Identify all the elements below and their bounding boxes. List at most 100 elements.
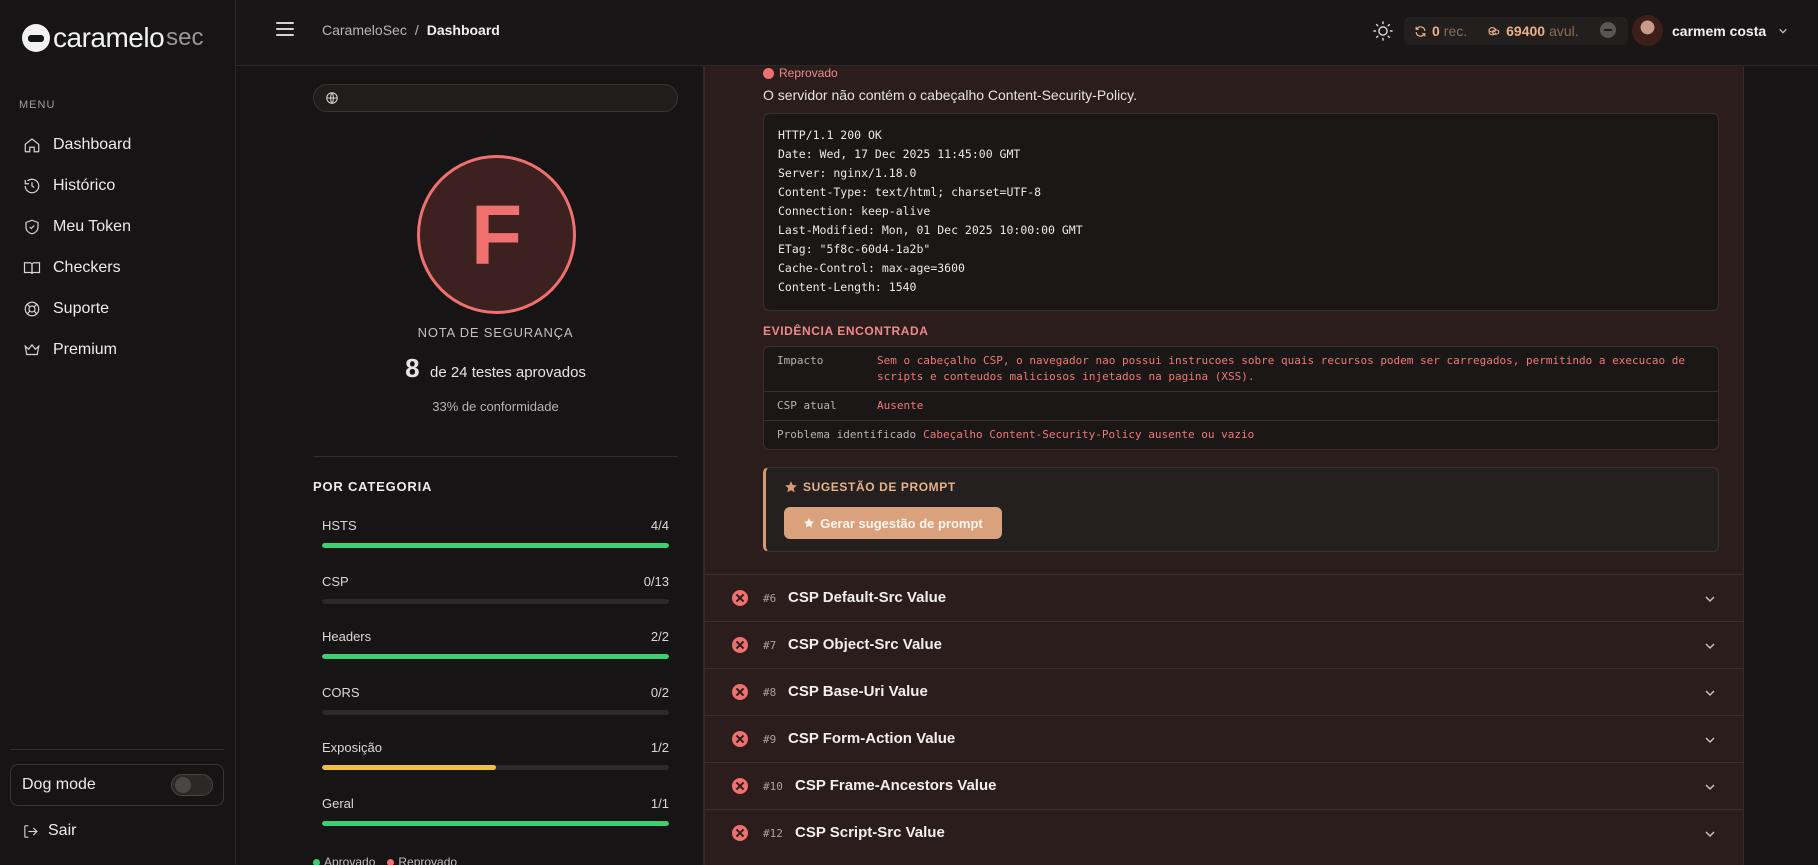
check-row[interactable]: #10 CSP Frame-Ancestors Value — [705, 762, 1743, 809]
refresh-icon — [1415, 25, 1426, 37]
evidence-key: CSP atual — [777, 399, 837, 412]
passed-text: de 24 testes aprovados — [429, 364, 586, 381]
check-row[interactable]: #9 CSP Form-Action Value — [705, 715, 1743, 762]
sidebar-item-premium[interactable]: Premium — [12, 329, 224, 370]
check-row[interactable]: #12 CSP Script-Src Value — [705, 809, 1743, 856]
failed-icon — [732, 778, 748, 794]
credits-avul-unit: avul. — [1549, 23, 1579, 39]
check-row[interactable]: #8 CSP Base-Uri Value — [705, 668, 1743, 715]
collapse-minus-icon[interactable] — [1600, 22, 1616, 38]
category-progress-bar — [322, 598, 669, 604]
legend-passed: Aprovado — [313, 855, 375, 865]
avatar — [1632, 15, 1663, 46]
category-progress-bar — [322, 709, 669, 715]
failed-icon — [732, 731, 748, 747]
breadcrumb: CarameloSec / Dashboard — [322, 22, 500, 38]
star-icon — [785, 481, 797, 493]
evidence-row: Impacto Sem o cabeçalho CSP, o navegador… — [764, 347, 1718, 392]
category-progress-bar — [322, 543, 669, 548]
generate-prompt-button[interactable]: Gerar sugestão de prompt — [784, 507, 1002, 539]
grade-letter: F — [470, 187, 523, 282]
coins-icon — [1488, 26, 1500, 35]
sidebar-item-historico[interactable]: Histórico — [12, 165, 224, 206]
breadcrumb-separator: / — [414, 22, 419, 38]
response-headers-box: HTTP/1.1 200 OK Date: Wed, 17 Dec 2025 11… — [763, 113, 1719, 311]
brand-suffix: sec — [166, 24, 204, 51]
dog-mode-setting: Dog mode — [10, 764, 224, 806]
chevron-down-icon — [1779, 28, 1787, 34]
divider — [313, 456, 678, 457]
dog-mode-toggle[interactable] — [171, 774, 213, 796]
response-header-line: Connection: keep-alive — [778, 204, 931, 218]
divider — [10, 749, 224, 750]
sidebar-item-meu-token[interactable]: Meu Token — [12, 206, 224, 247]
logout-button[interactable]: Sair — [22, 822, 76, 840]
passed-count: 8 — [405, 353, 420, 383]
sidebar-item-label: Checkers — [53, 258, 121, 276]
category-item: CORS 0/2 — [322, 685, 669, 741]
credits-badge: 0 rec. 69400 avul. — [1404, 17, 1628, 45]
category-progress-bar — [322, 820, 669, 826]
credits-rec-value: 0 — [1432, 23, 1440, 39]
status-text: Reprovado — [779, 66, 838, 80]
check-title: CSP Script-Src Value — [795, 824, 945, 841]
grade-badge: F — [417, 155, 576, 314]
check-number: #12 — [763, 827, 783, 840]
check-title: CSP Frame-Ancestors Value — [795, 777, 997, 794]
chevron-down-icon — [1705, 643, 1715, 650]
sidebar-item-label: Premium — [53, 340, 118, 358]
check-detail-panel: Reprovado O servidor não contém o cabeça… — [704, 66, 1744, 865]
sidebar-item-checkers[interactable]: Checkers — [12, 247, 224, 288]
sidebar: caramelo sec MENU Dashboard Histórico Me… — [0, 0, 236, 865]
category-progress-fill — [322, 820, 669, 826]
breadcrumb-current: Dashboard — [426, 22, 500, 38]
failed-icon — [763, 67, 774, 79]
user-menu[interactable]: carmem costa — [1632, 15, 1788, 46]
sidebar-item-label: Meu Token — [53, 217, 131, 235]
score-summary: 8 de 24 testes aprovados — [313, 353, 678, 384]
evidence-key: Problema identificado — [777, 428, 917, 441]
response-header-line: Content-Length: 1540 — [778, 280, 917, 294]
credits-rec-unit: rec. — [1443, 23, 1468, 39]
category-item: CSP 0/13 — [322, 574, 669, 630]
check-list: #6 CSP Default-Src Value #7 CSP Object-Src … — [705, 574, 1743, 856]
toggle-knob — [175, 777, 191, 793]
category-title: POR CATEGORIA — [313, 479, 433, 494]
sidebar-item-suporte[interactable]: Suporte — [12, 288, 224, 329]
check-description: O servidor não contém o cabeçalho Conten… — [763, 87, 1138, 103]
breadcrumb-root[interactable]: CarameloSec — [322, 22, 407, 38]
menu-toggle-icon[interactable] — [276, 22, 294, 37]
check-row[interactable]: #6 CSP Default-Src Value — [705, 574, 1743, 621]
legend-failed: Reprovado — [387, 855, 457, 865]
topbar: CarameloSec / Dashboard 0 rec. 69400 avu… — [236, 0, 1818, 66]
chevron-down-icon — [1705, 737, 1715, 744]
evidence-key: Impacto — [777, 354, 824, 367]
check-row[interactable]: #7 CSP Object-Src Value — [705, 621, 1743, 668]
check-number: #10 — [763, 780, 783, 793]
domain-input[interactable] — [313, 84, 678, 112]
category-progress-fill — [322, 654, 669, 659]
response-header-line: Server: nginx/1.18.0 — [778, 166, 917, 180]
response-header-line: Content-Type: text/html; charset=UTF-8 — [778, 185, 1042, 199]
check-number: #9 — [763, 733, 777, 746]
category-score: 2/2 — [650, 629, 669, 644]
evidence-value: Cabeçalho Content-Security-Policy ausent… — [923, 428, 1255, 441]
chevron-down-icon — [1705, 784, 1715, 791]
theme-toggle-sun-icon[interactable] — [1372, 20, 1394, 42]
conformity-text: 33% de conformidade — [432, 399, 559, 414]
evidence-value: Sem o cabeçalho CSP, o navegador nao pos… — [877, 354, 1685, 383]
category-score: 4/4 — [650, 518, 669, 533]
status-badge: Reprovado — [763, 66, 838, 80]
history-icon — [24, 178, 40, 193]
sidebar-item-dashboard[interactable]: Dashboard — [12, 124, 224, 165]
category-name: Headers — [322, 629, 372, 644]
user-name: carmem costa — [1672, 22, 1767, 39]
category-progress-bar — [322, 765, 669, 770]
crown-icon — [24, 343, 40, 355]
sidebar-item-label: Dashboard — [53, 135, 132, 153]
prompt-suggestion-box: SUGESTÃO DE PROMPT Gerar sugestão de pro… — [763, 467, 1719, 552]
check-number: #7 — [763, 639, 777, 652]
brand-logo[interactable]: caramelo sec — [22, 22, 204, 54]
check-title: CSP Default-Src Value — [788, 589, 947, 606]
lifebuoy-icon — [24, 301, 40, 316]
